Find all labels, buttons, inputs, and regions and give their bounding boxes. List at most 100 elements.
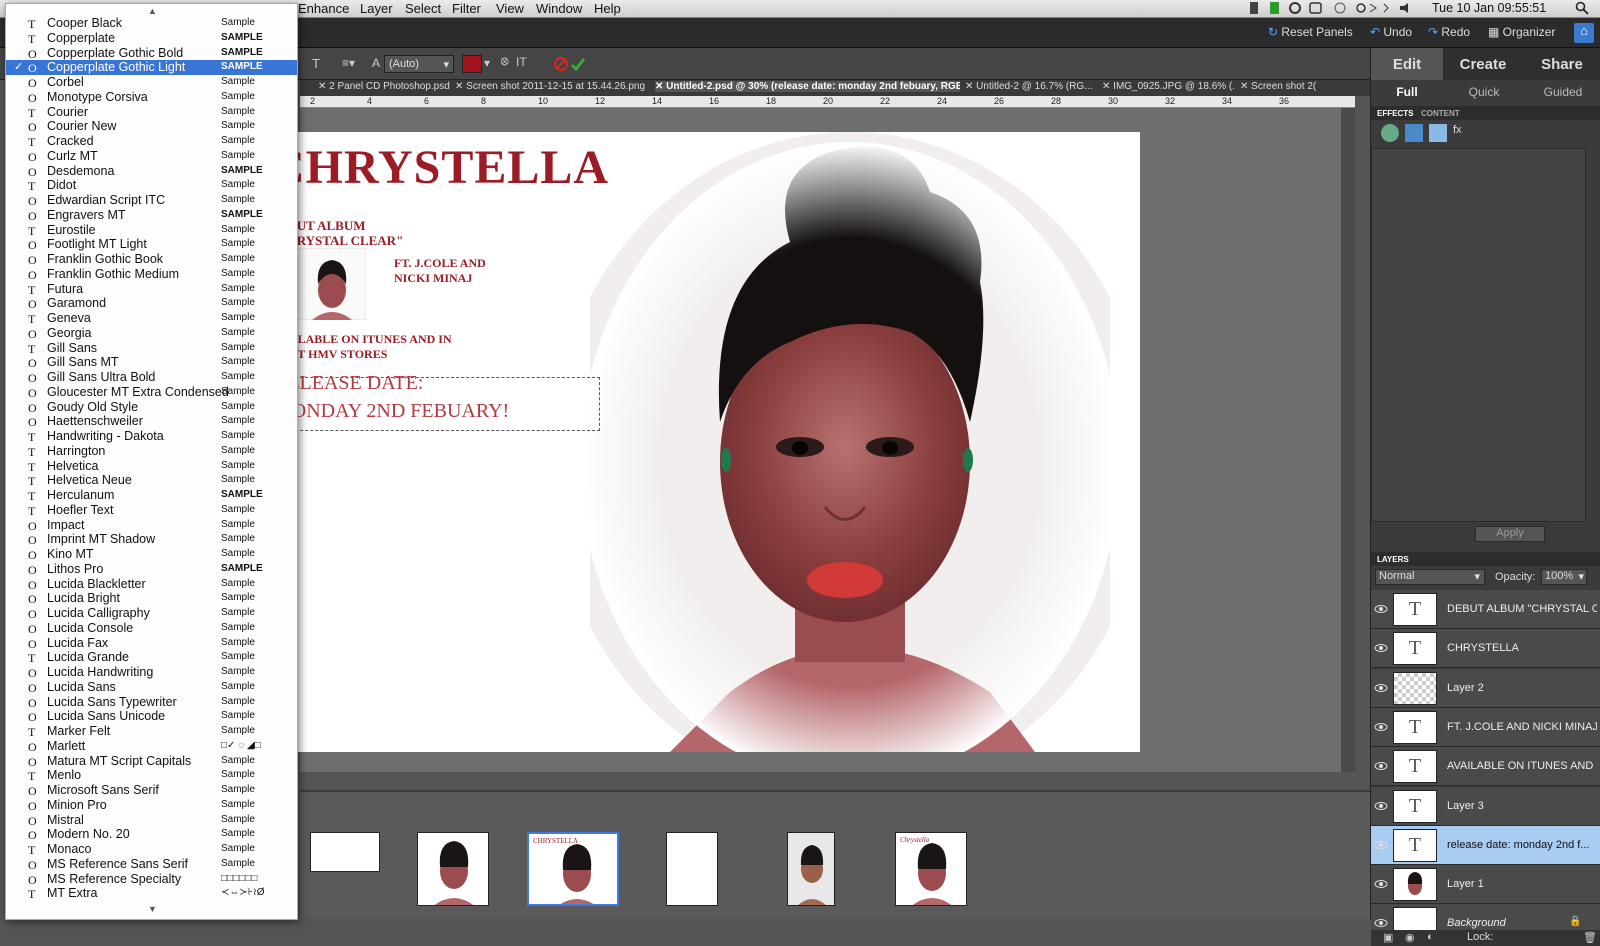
menu-view[interactable]: View bbox=[496, 1, 524, 16]
font-menu-item[interactable]: O Lucida Fax Sample bbox=[6, 636, 297, 651]
eye-visibility-icon[interactable] bbox=[1374, 799, 1388, 813]
font-menu-item[interactable]: T Helvetica Neue Sample bbox=[6, 473, 297, 488]
layer-row[interactable]: T AVAILABLE ON ITUNES AND I... bbox=[1371, 747, 1600, 787]
cancel-icon[interactable] bbox=[553, 56, 569, 72]
warp-text-icon[interactable]: ꕕ bbox=[500, 55, 509, 70]
scroll-down-arrow-icon[interactable]: ▼ bbox=[148, 904, 157, 914]
font-menu-item[interactable]: O Goudy Old Style Sample bbox=[6, 400, 297, 415]
font-menu-item[interactable]: T Cracked Sample bbox=[6, 134, 297, 149]
menu-select[interactable]: Select bbox=[405, 1, 441, 16]
font-menu-item[interactable]: O Lucida Blackletter Sample bbox=[6, 577, 297, 592]
bin-thumbnail[interactable]: Chrystella bbox=[895, 832, 967, 906]
status-icons[interactable] bbox=[1250, 1, 1410, 18]
chevron-down-icon[interactable]: ▾ bbox=[484, 56, 490, 70]
undo-button[interactable]: ↶ Undo bbox=[1370, 25, 1412, 39]
font-menu-item[interactable]: O Desdemona SAMPLE bbox=[6, 164, 297, 179]
leading-select[interactable]: (Auto) ▾ bbox=[384, 55, 454, 73]
blend-mode-select[interactable]: Normal ▾ bbox=[1375, 569, 1485, 585]
font-menu-item[interactable]: O Marlett □✓ ◌ ◢□ bbox=[6, 739, 297, 754]
bin-thumbnail[interactable] bbox=[787, 832, 835, 906]
layer-row[interactable]: Background 🔒 bbox=[1371, 904, 1600, 930]
font-menu-item[interactable]: O Kino MT Sample bbox=[6, 547, 297, 562]
font-menu-item[interactable]: O Minion Pro Sample bbox=[6, 798, 297, 813]
text-color-swatch[interactable] bbox=[462, 55, 482, 73]
eye-visibility-icon[interactable] bbox=[1374, 838, 1388, 852]
font-menu-item[interactable]: O Haettenschweiler Sample bbox=[6, 414, 297, 429]
trash-icon[interactable]: 🗑 bbox=[1583, 931, 1597, 944]
bin-thumbnail[interactable] bbox=[666, 832, 718, 906]
font-menu-item[interactable]: O Imprint MT Shadow Sample bbox=[6, 532, 297, 547]
font-menu-item[interactable]: O Corbel Sample bbox=[6, 75, 297, 90]
tab-effects[interactable]: EFFECTS bbox=[1377, 109, 1413, 118]
font-menu-item[interactable]: T Geneva Sample bbox=[6, 311, 297, 326]
font-menu-item[interactable]: O Georgia Sample bbox=[6, 326, 297, 341]
font-menu-item[interactable]: O Franklin Gothic Medium Sample bbox=[6, 267, 297, 282]
bin-thumbnail[interactable] bbox=[310, 832, 380, 872]
leading-icon[interactable]: A bbox=[372, 56, 380, 70]
font-family-menu[interactable]: ▲ T Cooper Black Sample T Copperplate SAMPLE O… bbox=[5, 3, 298, 920]
tab-document-active[interactable]: ✕ Untitled-2.psd @ 30% (release date: mo… bbox=[655, 81, 960, 92]
font-menu-item[interactable]: O Lucida Calligraphy Sample bbox=[6, 606, 297, 621]
document-canvas[interactable]: CHRYSTELLA DEBUT ALBUM "CHRYSTAL CLEAR" … bbox=[280, 132, 1140, 752]
font-menu-item[interactable]: O MS Reference Sans Serif Sample bbox=[6, 857, 297, 872]
font-menu-item[interactable]: T Monaco Sample bbox=[6, 842, 297, 857]
font-menu-item[interactable]: O Gill Sans MT Sample bbox=[6, 355, 297, 370]
opacity-field[interactable]: 100% ▾ bbox=[1541, 569, 1587, 585]
layer-row[interactable]: Trelease date: monday 2nd f... bbox=[1371, 825, 1600, 865]
subtab-guided[interactable]: Guided bbox=[1525, 82, 1600, 102]
font-menu-item[interactable]: T Courier Sample bbox=[6, 105, 297, 120]
font-menu-item[interactable]: T Futura Sample bbox=[6, 282, 297, 297]
menu-help[interactable]: Help bbox=[594, 1, 621, 16]
home-icon[interactable]: ⌂ bbox=[1574, 23, 1594, 43]
font-menu-item[interactable]: O Lucida Sans Typewriter Sample bbox=[6, 695, 297, 710]
font-menu-item[interactable]: O Lucida Bright Sample bbox=[6, 591, 297, 606]
menu-clock[interactable]: Tue 10 Jan 09:55:51 bbox=[1432, 1, 1546, 15]
vertical-text-icon[interactable]: IT bbox=[516, 55, 527, 69]
font-menu-item[interactable]: T Gill Sans Sample bbox=[6, 341, 297, 356]
font-menu-item[interactable]: O Lucida Sans Unicode Sample bbox=[6, 709, 297, 724]
font-menu-item[interactable]: ✓ O Copperplate Gothic Light SAMPLE bbox=[6, 60, 297, 76]
canvas-area[interactable]: CHRYSTELLA DEBUT ALBUM "CHRYSTAL CLEAR" … bbox=[280, 108, 1355, 772]
font-menu-item[interactable]: O Microsoft Sans Serif Sample bbox=[6, 783, 297, 798]
font-menu-item[interactable]: T MT Extra ≺⇔≻⊦≀Ø bbox=[6, 886, 297, 901]
font-menu-item[interactable]: O Gill Sans Ultra Bold Sample bbox=[6, 370, 297, 385]
font-menu-item[interactable]: T Copperplate SAMPLE bbox=[6, 31, 297, 46]
tab-document[interactable]: ✕ Screen shot 2011-12-15 at 15.44.26.png bbox=[455, 81, 645, 92]
eye-visibility-icon[interactable] bbox=[1374, 916, 1388, 930]
filters-icon[interactable] bbox=[1381, 124, 1399, 142]
photo-effects-icon[interactable] bbox=[1429, 124, 1447, 142]
mask-icon[interactable]: ◉ bbox=[1405, 931, 1415, 944]
font-menu-item[interactable]: T Handwriting - Dakota Sample bbox=[6, 429, 297, 444]
font-menu-item[interactable]: O Impact Sample bbox=[6, 518, 297, 533]
font-menu-item[interactable]: O Monotype Corsiva Sample bbox=[6, 90, 297, 105]
font-menu-item[interactable]: O Franklin Gothic Book Sample bbox=[6, 252, 297, 267]
subtab-quick[interactable]: Quick bbox=[1447, 82, 1521, 102]
layer-row[interactable]: T FT. J.COLE AND NICKI MINAJ bbox=[1371, 707, 1600, 747]
apply-button[interactable]: Apply bbox=[1475, 526, 1545, 542]
menu-layer[interactable]: Layer bbox=[360, 1, 393, 16]
font-menu-item[interactable]: T Helvetica Sample bbox=[6, 459, 297, 474]
eye-visibility-icon[interactable] bbox=[1374, 877, 1388, 891]
subtab-full[interactable]: Full bbox=[1371, 82, 1443, 102]
font-menu-item[interactable]: O Lucida Sans Sample bbox=[6, 680, 297, 695]
eye-visibility-icon[interactable] bbox=[1374, 681, 1388, 695]
font-menu-item[interactable]: O Lucida Console Sample bbox=[6, 621, 297, 636]
eye-visibility-icon[interactable] bbox=[1374, 641, 1388, 655]
eye-visibility-icon[interactable] bbox=[1374, 759, 1388, 773]
underline-icon[interactable]: T bbox=[312, 56, 320, 71]
layer-row[interactable]: Layer 1 bbox=[1371, 865, 1600, 905]
spotlight-icon[interactable] bbox=[1575, 1, 1589, 18]
tab-content[interactable]: CONTENT bbox=[1421, 109, 1460, 118]
font-menu-item[interactable]: T Menlo Sample bbox=[6, 768, 297, 783]
organizer-button[interactable]: ▦ Organizer bbox=[1488, 25, 1555, 39]
font-menu-item[interactable]: O Copperplate Gothic Bold SAMPLE bbox=[6, 46, 297, 61]
font-menu-item[interactable]: O Footlight MT Light Sample bbox=[6, 237, 297, 252]
menu-enhance[interactable]: Enhance bbox=[298, 1, 349, 16]
font-menu-item[interactable]: O Garamond Sample bbox=[6, 296, 297, 311]
font-menu-item[interactable]: T Herculanum SAMPLE bbox=[6, 488, 297, 503]
reset-panels-button[interactable]: ↻ Reset Panels bbox=[1268, 25, 1353, 39]
layer-row[interactable]: T CHRYSTELLA bbox=[1371, 629, 1600, 669]
redo-button[interactable]: ↷ Redo bbox=[1428, 25, 1470, 39]
tab-create[interactable]: Create bbox=[1443, 48, 1523, 80]
font-menu-item[interactable]: O Engravers MT SAMPLE bbox=[6, 208, 297, 223]
